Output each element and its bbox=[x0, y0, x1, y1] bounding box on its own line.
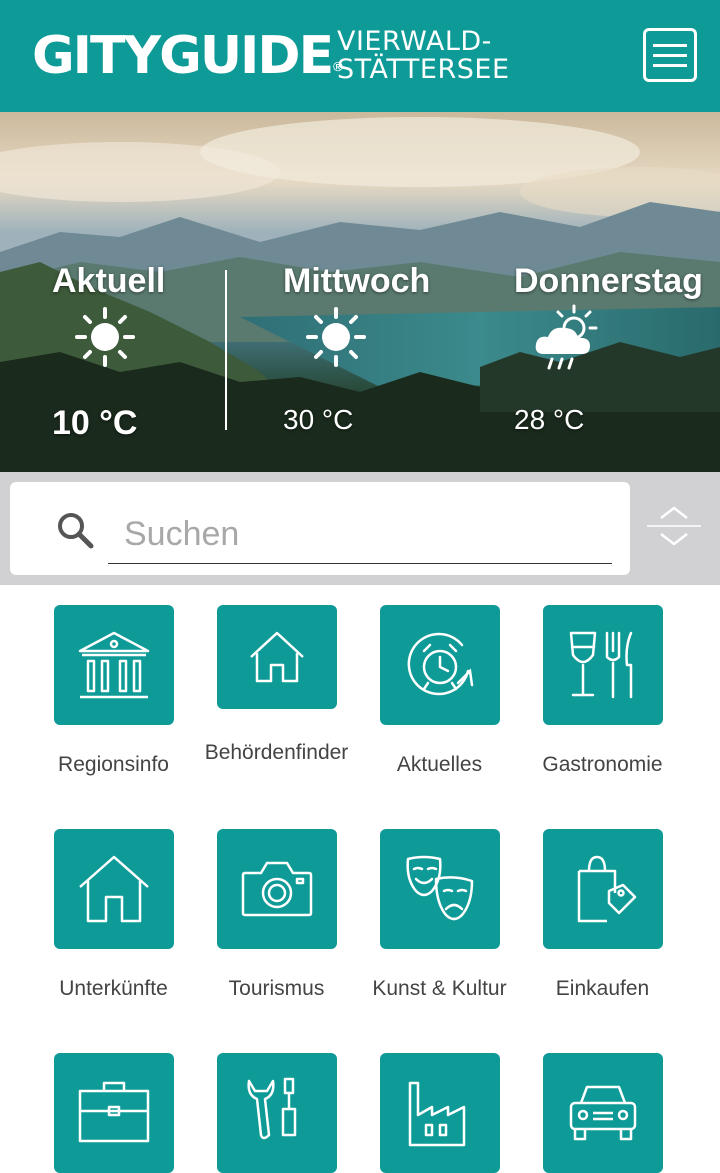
search-bar-area bbox=[0, 472, 720, 585]
logo-main-text: GITYGUIDE bbox=[32, 26, 334, 86]
camera-icon bbox=[241, 861, 312, 917]
factory-icon bbox=[408, 1081, 465, 1147]
category-tile[interactable] bbox=[216, 605, 337, 709]
shopping-bag-icon bbox=[577, 855, 636, 923]
category-item-briefcase[interactable] bbox=[32, 1053, 195, 1173]
category-tile[interactable] bbox=[379, 829, 500, 949]
weather-day-2: Mittwoch bbox=[283, 262, 430, 301]
chevron-up-down-icon[interactable] bbox=[645, 504, 703, 548]
category-label: Kunst & Kultur bbox=[372, 977, 507, 1000]
category-tile[interactable] bbox=[216, 829, 337, 949]
weather-current-temp-wrap: 10 °C bbox=[52, 404, 137, 443]
category-tile[interactable] bbox=[216, 1053, 337, 1173]
weather-day-2-temp-wrap: 30 °C bbox=[283, 404, 353, 436]
logo-region-text: VIERWALD- STÄTTERSEE bbox=[337, 28, 510, 84]
category-kunst-kultur[interactable]: Kunst & Kultur bbox=[358, 829, 521, 1001]
category-label: Aktuelles bbox=[396, 753, 483, 776]
weather-current-temp: 10 °C bbox=[52, 404, 138, 442]
search-box bbox=[10, 482, 630, 575]
briefcase-icon bbox=[78, 1081, 149, 1143]
car-icon bbox=[569, 1085, 636, 1141]
category-tile[interactable] bbox=[542, 829, 663, 949]
category-gastronomie[interactable]: Gastronomie bbox=[521, 605, 684, 777]
logo-sub-line1: VIERWALD- bbox=[337, 26, 492, 57]
weather-temp: 30 °C bbox=[283, 404, 354, 435]
weather-day-3: Donnerstag bbox=[514, 262, 703, 301]
category-tile[interactable] bbox=[53, 1053, 174, 1173]
weather-day-label: Donnerstag bbox=[514, 262, 703, 300]
category-label: Tourismus bbox=[228, 977, 325, 1000]
sun-icon bbox=[306, 307, 366, 367]
category-aktuelles[interactable]: Aktuelles bbox=[358, 605, 521, 777]
weather-day-label: Aktuell bbox=[52, 262, 166, 300]
app-logo[interactable]: GITYGUIDE ® bbox=[32, 24, 343, 88]
wrench-screwdriver-icon bbox=[246, 1077, 296, 1140]
wine-glass-fork-knife-icon bbox=[569, 631, 632, 699]
weather-day-label: Mittwoch bbox=[283, 262, 431, 300]
category-label: Unterkünfte bbox=[59, 977, 168, 1000]
category-tile[interactable] bbox=[379, 1053, 500, 1173]
category-item-tools[interactable] bbox=[195, 1053, 358, 1173]
category-label: Einkaufen bbox=[555, 977, 650, 1000]
category-behoerdenfinder[interactable]: Behördenfinder bbox=[195, 605, 358, 765]
category-unterkuenfte[interactable]: Unterkünfte bbox=[32, 829, 195, 1001]
building-columns-icon bbox=[78, 631, 149, 699]
category-tile[interactable] bbox=[379, 605, 500, 725]
category-einkaufen[interactable]: Einkaufen bbox=[521, 829, 684, 1001]
category-tile[interactable] bbox=[53, 829, 174, 949]
weather-hero: Aktuell 10 °C Mittwoch 30 °C Donnerstag bbox=[0, 112, 720, 472]
alarm-clock-icon bbox=[407, 632, 473, 696]
category-label: Behördenfinder bbox=[204, 741, 349, 764]
hamburger-menu-icon[interactable] bbox=[643, 28, 697, 82]
category-tile[interactable] bbox=[542, 1053, 663, 1173]
app-header: GITYGUIDE ® VIERWALD- STÄTTERSEE bbox=[0, 0, 720, 112]
logo-sub-line2: STÄTTERSEE bbox=[337, 54, 510, 85]
category-label: Regionsinfo bbox=[58, 753, 169, 776]
category-tourismus[interactable]: Tourismus bbox=[195, 829, 358, 1001]
weather-day-3-temp-wrap: 28 °C bbox=[514, 404, 584, 436]
house-icon bbox=[249, 631, 304, 683]
category-item-car[interactable] bbox=[521, 1053, 684, 1173]
weather-current: Aktuell bbox=[52, 262, 165, 301]
category-item-industry[interactable] bbox=[358, 1053, 521, 1173]
search-input[interactable] bbox=[108, 506, 612, 564]
cloud-sun-rain-icon bbox=[535, 304, 598, 370]
category-tile[interactable] bbox=[542, 605, 663, 725]
weather-temp: 28 °C bbox=[514, 404, 585, 435]
theater-masks-icon bbox=[405, 855, 473, 921]
weather-divider bbox=[225, 270, 227, 430]
category-label: Gastronomie bbox=[542, 753, 663, 776]
home-icon bbox=[78, 855, 149, 923]
category-tile[interactable] bbox=[53, 605, 174, 725]
sun-icon bbox=[75, 307, 135, 367]
search-icon[interactable] bbox=[56, 511, 96, 551]
category-regionsinfo[interactable]: Regionsinfo bbox=[32, 605, 195, 777]
